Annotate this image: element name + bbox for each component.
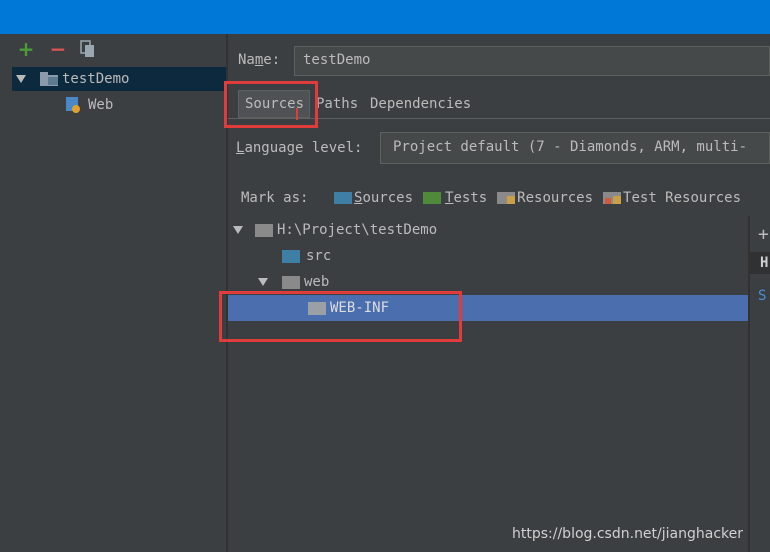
test-resources-folder-icon — [603, 192, 622, 204]
content-root-header: H — [750, 252, 770, 274]
source-folders-label: S — [758, 288, 767, 304]
module-folder-icon — [40, 72, 58, 86]
tree-item-label: Web — [88, 97, 114, 113]
tree-item-testdemo[interactable]: testDemo — [12, 67, 226, 91]
tree-item-web[interactable]: Web — [12, 93, 226, 117]
sources-folder-icon — [282, 249, 300, 263]
expand-triangle-icon[interactable] — [258, 278, 268, 286]
mark-as-label: Mark as: — [241, 190, 309, 206]
mark-resources-button[interactable]: Resources — [497, 190, 593, 206]
add-content-root-icon[interactable]: + — [758, 224, 769, 245]
folder-icon — [255, 223, 273, 237]
expand-triangle-icon[interactable] — [16, 75, 26, 83]
expand-triangle-icon[interactable] — [233, 226, 243, 234]
resources-folder-icon — [497, 192, 516, 204]
tab-dependencies[interactable]: Dependencies — [364, 90, 477, 118]
mark-test-resources-button[interactable]: Test Resources — [603, 190, 741, 206]
modules-panel: + − testDemo Web — [12, 34, 226, 552]
mark-sources-button[interactable]: Sources — [334, 190, 413, 206]
tree-item-src[interactable]: src — [228, 244, 748, 268]
folder-icon — [282, 275, 300, 289]
remove-icon[interactable]: − — [48, 37, 68, 61]
mark-as-buttons: Sources Tests Resources Test Resources — [334, 190, 741, 206]
mark-tests-button[interactable]: Tests — [423, 190, 487, 206]
tree-item-label: web — [304, 274, 330, 290]
content-root-tree: H:\Project\testDemo src web WEB-INF — [228, 216, 748, 552]
highlight-box-sources-tab — [224, 81, 318, 128]
name-label: Name: — [238, 52, 281, 68]
web-facet-icon — [66, 97, 82, 113]
tree-item-label: src — [306, 248, 332, 264]
sources-folder-icon — [334, 192, 352, 204]
tree-item-content-root[interactable]: H:\Project\testDemo — [228, 218, 748, 242]
language-level-dropdown[interactable]: Project default (7 - Diamonds, ARM, mult… — [380, 132, 770, 164]
tab-paths[interactable]: Paths — [310, 90, 364, 118]
name-field[interactable]: testDemo — [294, 46, 770, 76]
highlight-box-web-inf — [219, 291, 462, 342]
tree-item-label: H:\Project\testDemo — [277, 222, 438, 238]
watermark: https://blog.csdn.net/jianghacker — [512, 526, 743, 542]
tests-folder-icon — [423, 192, 442, 204]
copy-icon[interactable] — [80, 40, 96, 58]
tree-item-label: testDemo — [62, 71, 130, 87]
language-level-label: Language level: — [236, 140, 363, 156]
add-icon[interactable]: + — [16, 37, 36, 61]
title-bar — [0, 0, 770, 34]
